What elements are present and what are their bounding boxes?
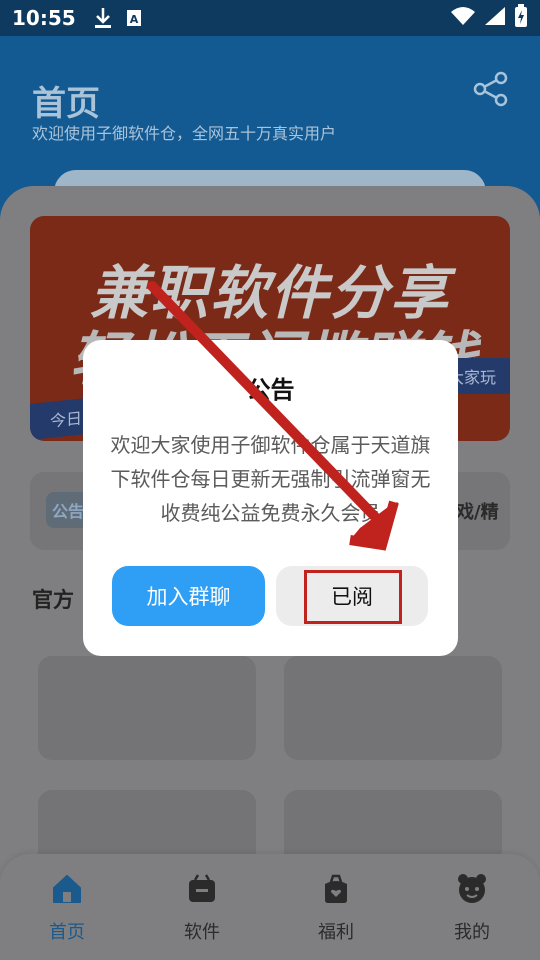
join-group-button[interactable]: 加入群聊 — [112, 566, 265, 626]
wifi-icon — [450, 6, 476, 31]
nav-item-mine[interactable]: 我的 — [422, 872, 522, 952]
section-title: 官方 — [32, 588, 74, 612]
share-icon[interactable] — [472, 70, 510, 108]
page-title: 首页 — [32, 84, 100, 124]
svg-text:A: A — [129, 13, 138, 26]
dialog-title: 公告 — [246, 376, 295, 404]
battery-charging-icon — [514, 3, 528, 33]
nav-item-welfare[interactable]: 福利 — [286, 872, 386, 952]
nav-item-software[interactable]: 软件 — [152, 872, 252, 952]
nav-item-home[interactable]: 首页 — [17, 872, 117, 952]
status-time: 10:55 — [12, 6, 76, 30]
app-tile[interactable] — [284, 656, 502, 760]
download-icon — [94, 7, 112, 29]
nav-label-software: 软件 — [184, 922, 220, 943]
nav-label-mine: 我的 — [454, 922, 490, 943]
page-subtitle: 欢迎使用子御软件仓，全网五十万真实用户 — [32, 124, 337, 143]
home-icon — [50, 872, 84, 906]
font-a-icon: A — [126, 9, 142, 27]
gift-bag-icon — [319, 872, 353, 906]
app-box-icon — [185, 872, 219, 906]
nav-label-home: 首页 — [49, 922, 85, 943]
read-button-highlight-box — [304, 570, 402, 624]
status-bar: 10:55 A — [0, 0, 540, 36]
profile-icon — [455, 872, 489, 906]
dialog-message: 欢迎大家使用子御软件仓属于天道旗下软件仓每日更新无强制引流弹窗无收费纯公益免费永… — [110, 433, 431, 525]
notice-scroll-text: 戏/精 — [456, 502, 499, 523]
nav-label-welfare: 福利 — [318, 922, 354, 943]
app-tile[interactable] — [38, 656, 256, 760]
signal-icon — [484, 6, 506, 31]
